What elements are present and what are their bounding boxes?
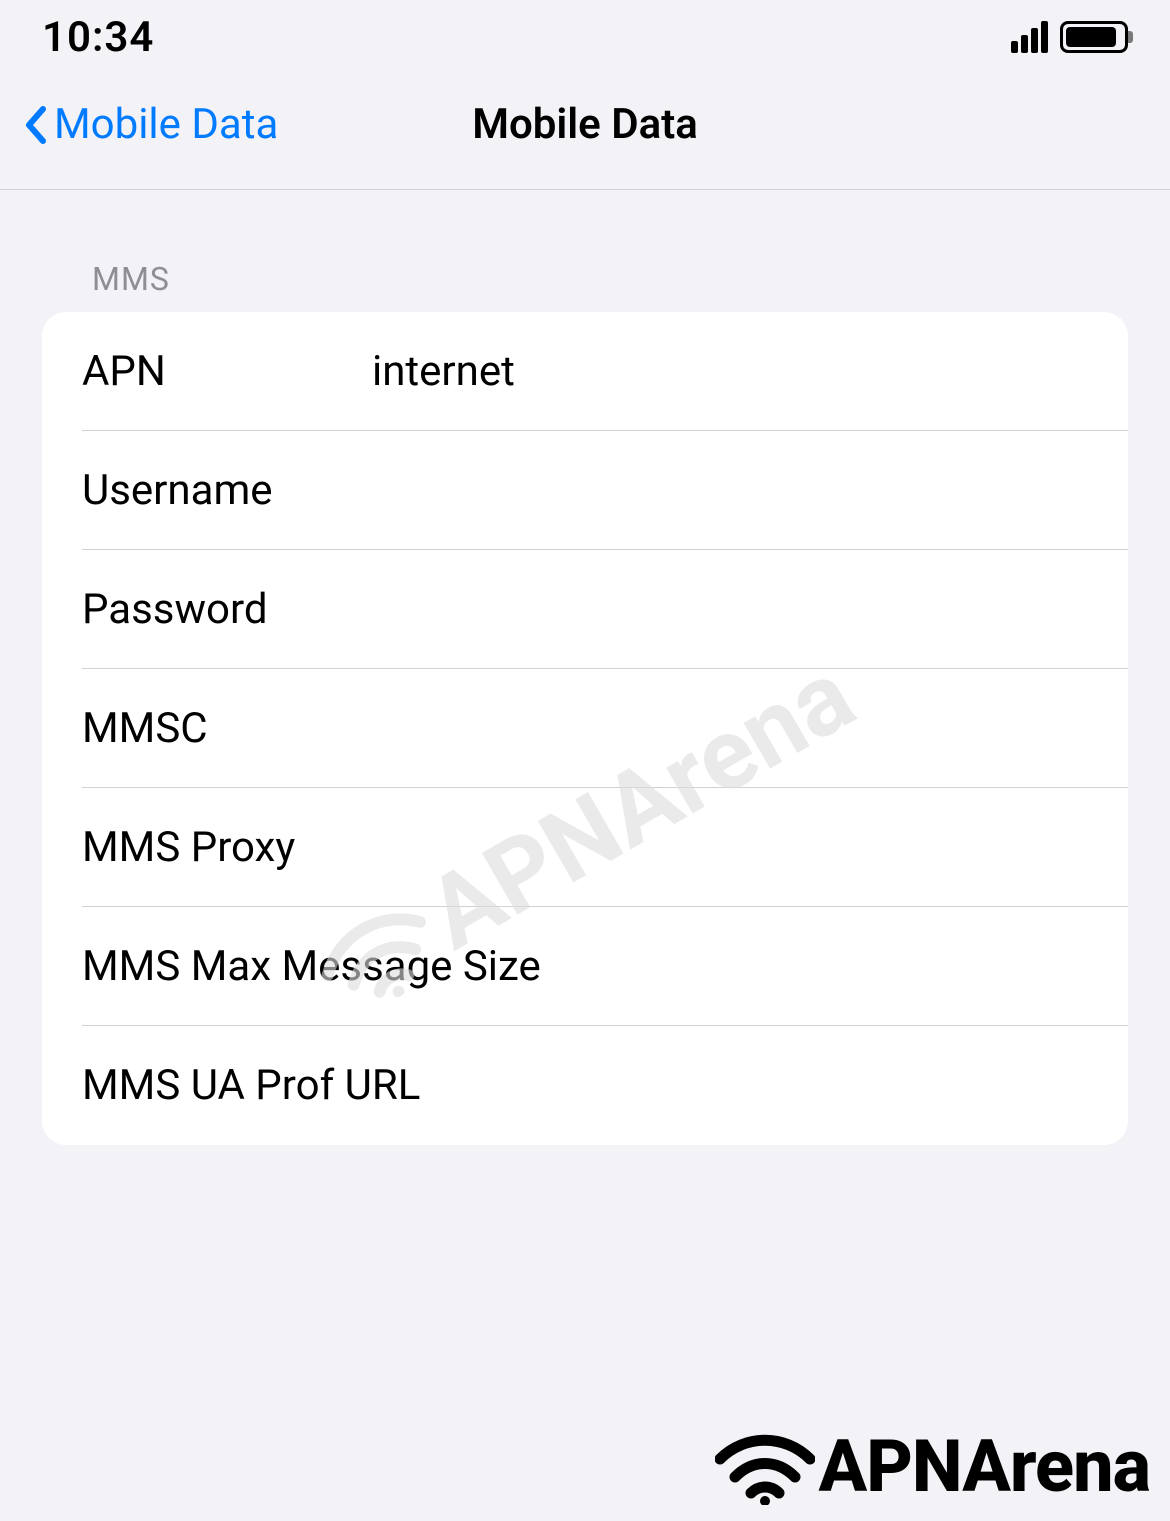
apn-label: APN [82,347,372,396]
mmsc-label: MMSC [82,704,372,753]
password-row[interactable]: Password [42,550,1128,669]
mms-max-size-label: MMS Max Message Size [82,942,541,991]
password-label: Password [82,585,372,634]
mms-ua-prof-label: MMS UA Prof URL [82,1061,420,1110]
mmsc-input[interactable] [372,704,1088,753]
chevron-left-icon [24,106,46,144]
mms-max-size-row[interactable]: MMS Max Message Size [42,907,1128,1026]
back-label: Mobile Data [54,100,278,149]
page-title: Mobile Data [472,100,698,149]
username-row[interactable]: Username [42,431,1128,550]
mms-settings-group: APN Username Password MMSC MMS Proxy MMS… [42,312,1128,1145]
battery-icon [1060,21,1128,53]
mms-ua-prof-row[interactable]: MMS UA Prof URL [42,1026,1128,1145]
section-header-mms: MMS [0,190,1170,312]
mmsc-row[interactable]: MMSC [42,669,1128,788]
apn-input[interactable] [372,347,1088,396]
status-time: 10:34 [42,13,154,62]
cellular-signal-icon [1011,21,1048,53]
mms-proxy-input[interactable] [372,823,1088,872]
brand-text: APNArena [819,1424,1150,1509]
mms-proxy-label: MMS Proxy [82,823,372,872]
username-input[interactable] [372,466,1088,515]
wifi-icon [715,1429,815,1505]
apn-row[interactable]: APN [42,312,1128,431]
mms-proxy-row[interactable]: MMS Proxy [42,788,1128,907]
status-bar: 10:34 [0,0,1170,70]
status-indicators [1011,21,1128,53]
username-label: Username [82,466,372,515]
password-input[interactable] [372,585,1088,634]
back-button[interactable]: Mobile Data [24,100,278,149]
brand-footer: APNArena [715,1424,1150,1509]
navigation-bar: Mobile Data Mobile Data [0,70,1170,190]
